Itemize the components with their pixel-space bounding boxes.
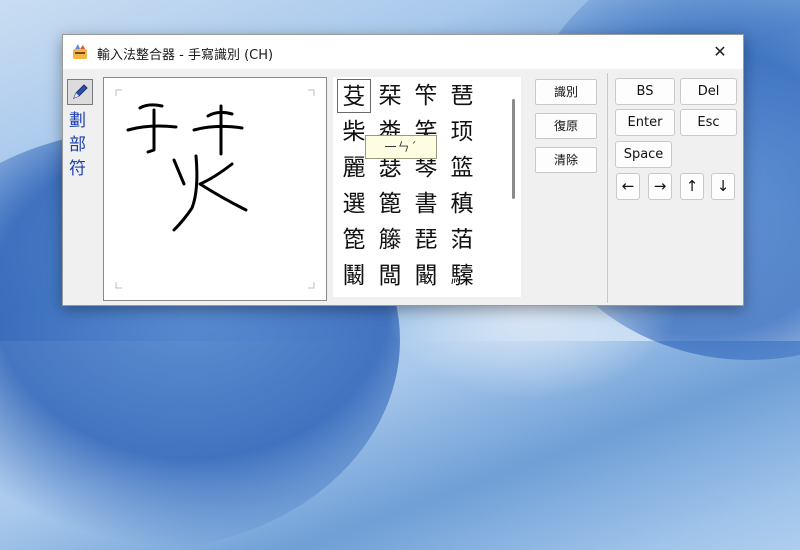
arrow-right-key[interactable]: →	[648, 173, 672, 200]
restore-button[interactable]: 復原	[535, 113, 597, 139]
stroke-mode-button[interactable]: 劃	[69, 111, 86, 131]
delete-key[interactable]: Del	[680, 78, 737, 105]
candidate-char[interactable]: 萡	[445, 223, 479, 257]
candidate-char[interactable]: 書	[409, 187, 443, 221]
candidate-char[interactable]: 琶	[445, 79, 479, 113]
symbol-mode-button[interactable]: 符	[69, 159, 86, 179]
candidate-char[interactable]: 箆	[337, 223, 371, 257]
handwriting-canvas[interactable]	[103, 77, 327, 301]
candidate-char[interactable]: 篦	[373, 187, 407, 221]
candidate-char[interactable]: 笇	[409, 79, 443, 113]
candidate-char[interactable]: 栞	[373, 79, 407, 113]
candidate-char[interactable]: 驝	[445, 259, 479, 293]
radical-mode-button[interactable]: 部	[69, 135, 86, 155]
ime-app-icon	[71, 43, 89, 61]
title-bar: 輸入法整合器 - 手寫識別 (CH) ✕	[63, 35, 743, 69]
candidate-char[interactable]: 琵	[409, 223, 443, 257]
backspace-key[interactable]: BS	[615, 78, 675, 105]
pen-tool-button[interactable]	[67, 79, 93, 105]
tool-column: 劃 部 符	[63, 75, 97, 301]
space-key[interactable]: Space	[615, 141, 672, 168]
panel-separator	[607, 73, 608, 303]
arrow-left-key[interactable]: ←	[616, 173, 640, 200]
candidate-char[interactable]: 鬫	[337, 259, 371, 293]
enter-key[interactable]: Enter	[615, 109, 675, 136]
candidate-char[interactable]: 闞	[409, 259, 443, 293]
clear-button[interactable]: 清除	[535, 147, 597, 173]
escape-key[interactable]: Esc	[680, 109, 737, 136]
pen-icon	[73, 84, 88, 99]
candidate-char[interactable]: 選	[337, 187, 371, 221]
arrow-down-key[interactable]: ↓	[711, 173, 735, 200]
pronunciation-tooltip: 一ㄣˊ	[365, 135, 437, 159]
candidate-panel: 芟 栞 笇 琶 柴 粦 笑 顼 麗 瑟 琴 篮 選 篦 書 稹 箆 籐 琵 萡 …	[333, 77, 521, 297]
window-title: 輸入法整合器 - 手寫識別 (CH)	[97, 48, 274, 63]
candidate-char[interactable]: 稹	[445, 187, 479, 221]
recognize-button[interactable]: 識別	[535, 79, 597, 105]
candidate-scrollbar[interactable]	[512, 99, 515, 199]
candidate-char[interactable]: 顼	[445, 115, 479, 149]
handwriting-strokes	[115, 89, 315, 289]
candidate-char[interactable]: 篮	[445, 151, 479, 185]
candidate-char[interactable]: 芟	[337, 79, 371, 113]
arrow-up-key[interactable]: ↑	[680, 173, 704, 200]
ime-window: 輸入法整合器 - 手寫識別 (CH) ✕ 劃 部 符 芟 栞 笇 琶 柴 粦 笑…	[62, 34, 744, 306]
candidate-char[interactable]: 籐	[373, 223, 407, 257]
candidate-char[interactable]: 闆	[373, 259, 407, 293]
close-button[interactable]: ✕	[697, 35, 743, 69]
